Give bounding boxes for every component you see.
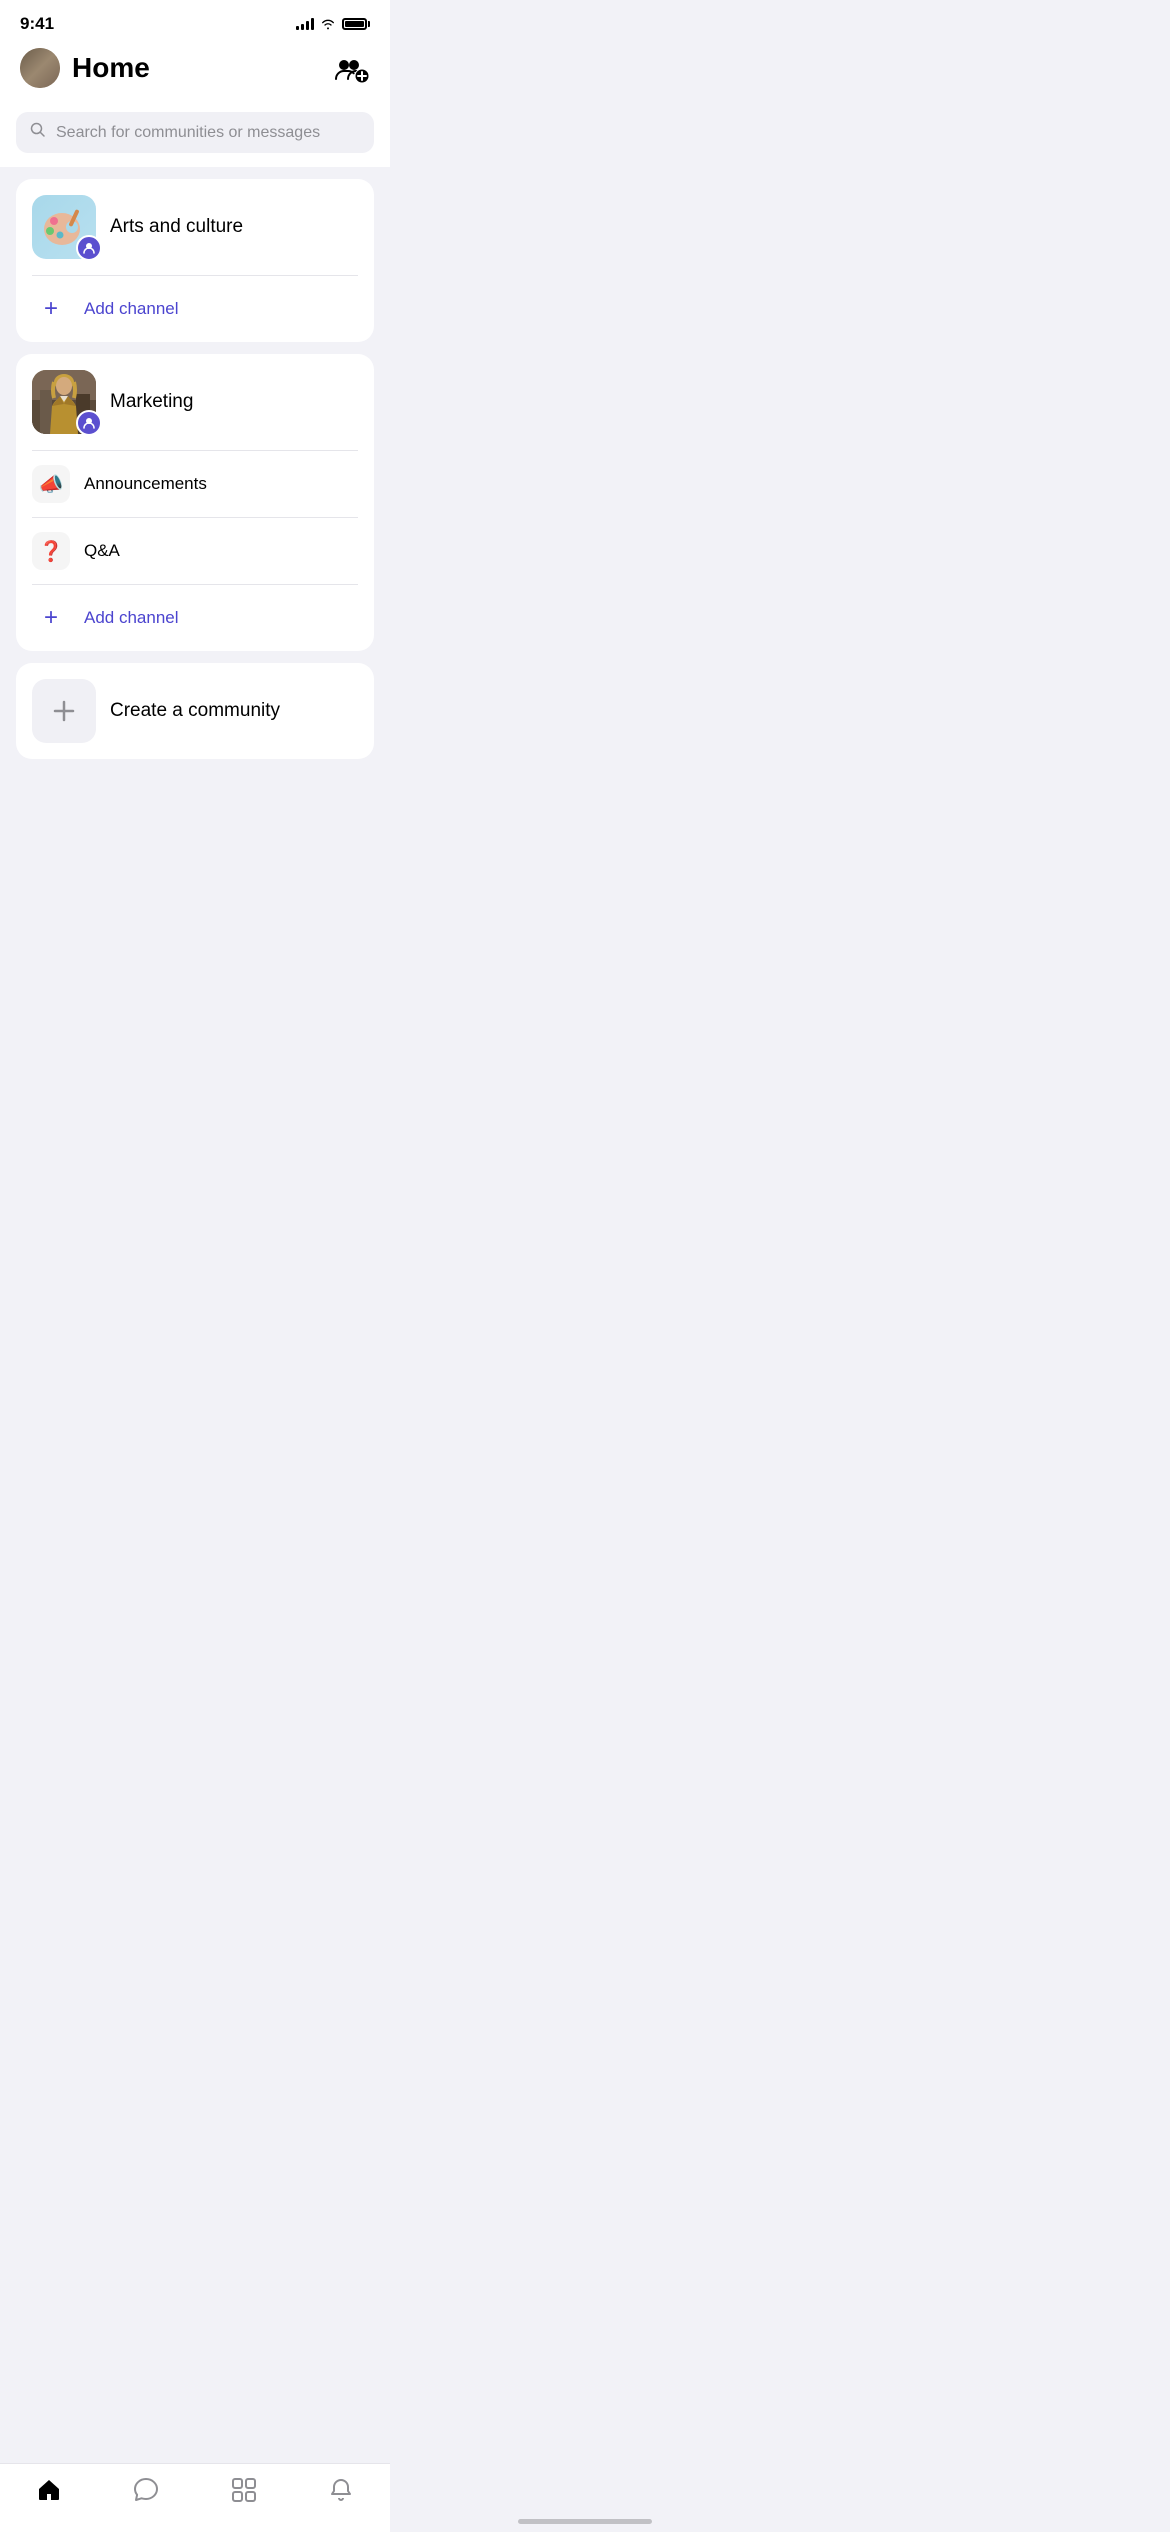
home-indicator <box>518 2519 652 2524</box>
signal-icon <box>296 18 314 30</box>
search-bar[interactable]: Search for communities or messages <box>16 112 374 153</box>
avatar[interactable] <box>20 48 60 88</box>
arts-add-channel-label: Add channel <box>84 299 179 319</box>
status-time: 9:41 <box>20 14 54 34</box>
create-community-plus-icon <box>32 679 96 743</box>
announcements-icon: 📣 <box>32 465 70 503</box>
create-community-row: Create a community <box>16 663 374 759</box>
qna-icon: ❓ <box>32 532 70 570</box>
home-icon <box>35 2476 63 2504</box>
search-container: Search for communities or messages <box>0 102 390 167</box>
tab-messages[interactable] <box>98 2476 196 2504</box>
messages-icon <box>132 2476 160 2504</box>
search-icon <box>30 122 46 143</box>
create-community-label: Create a community <box>110 700 280 722</box>
arts-icon-wrap <box>32 195 96 259</box>
header-left: Home <box>20 48 150 88</box>
search-placeholder: Search for communities or messages <box>56 124 320 142</box>
community-card-arts[interactable]: Arts and culture + Add channel <box>16 179 374 342</box>
notifications-icon <box>327 2476 355 2504</box>
create-community-card[interactable]: Create a community <box>16 663 374 759</box>
content: Arts and culture + Add channel <box>0 167 390 871</box>
page-title: Home <box>72 52 150 84</box>
tab-home[interactable] <box>0 2476 98 2504</box>
tab-notifications[interactable] <box>293 2476 391 2504</box>
marketing-add-channel-label: Add channel <box>84 608 179 628</box>
arts-community-name: Arts and culture <box>110 216 243 238</box>
announcements-channel-name: Announcements <box>84 474 207 494</box>
qna-channel-name: Q&A <box>84 541 120 561</box>
battery-icon <box>342 18 370 30</box>
status-bar: 9:41 <box>0 0 390 40</box>
announcements-channel-row[interactable]: 📣 Announcements <box>16 451 374 517</box>
community-header-arts: Arts and culture <box>16 179 374 275</box>
communities-icon <box>230 2476 258 2504</box>
arts-add-channel-row[interactable]: + Add channel <box>16 276 374 342</box>
header: Home <box>0 40 390 102</box>
tab-bar <box>0 2463 390 2532</box>
marketing-community-name: Marketing <box>110 391 193 413</box>
community-card-marketing[interactable]: Marketing 📣 Announcements ❓ Q&A + Add ch… <box>16 354 374 651</box>
marketing-add-channel-plus-icon: + <box>32 599 70 637</box>
marketing-add-channel-row[interactable]: + Add channel <box>16 585 374 651</box>
marketing-badge-icon <box>76 410 102 436</box>
qna-channel-row[interactable]: ❓ Q&A <box>16 518 374 584</box>
wifi-icon <box>320 18 336 30</box>
arts-add-channel-plus-icon: + <box>32 290 70 328</box>
status-icons <box>296 18 370 30</box>
tab-communities[interactable] <box>195 2476 293 2504</box>
arts-badge-icon <box>76 235 102 261</box>
add-community-button[interactable] <box>334 52 370 84</box>
marketing-icon-wrap <box>32 370 96 434</box>
community-header-marketing: Marketing <box>16 354 374 450</box>
